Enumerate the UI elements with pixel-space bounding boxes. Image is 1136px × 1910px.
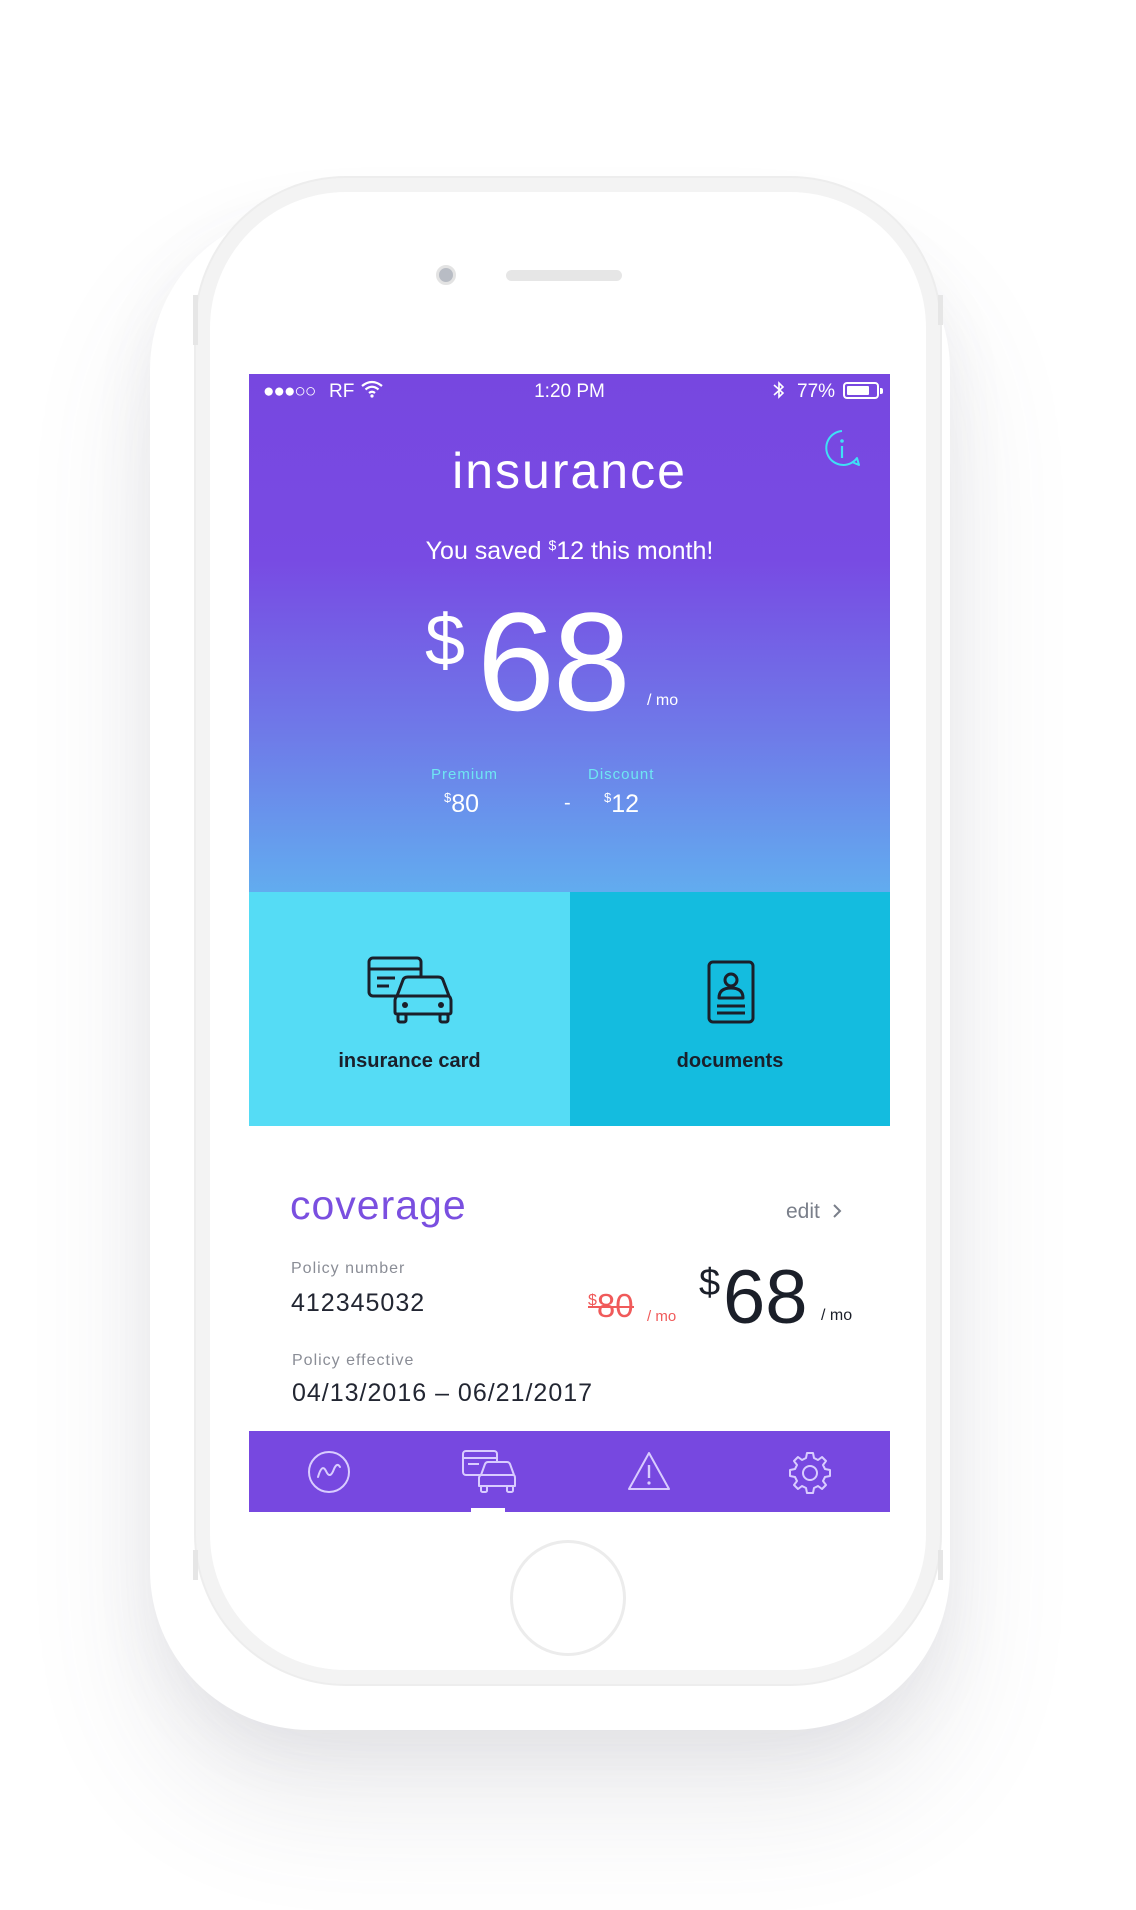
coverage-title: coverage [290, 1182, 467, 1228]
edit-coverage-link[interactable]: edit [786, 1200, 844, 1224]
current-price-currency: $ [699, 1262, 721, 1304]
policy-effective-value: 04/13/2016 – 06/21/2017 [292, 1379, 594, 1407]
strikethrough-line [588, 1306, 634, 1308]
tab-insurance[interactable] [409, 1431, 569, 1512]
chevron-right-icon [832, 1204, 842, 1218]
original-price: $80 [588, 1287, 634, 1325]
tab-alerts[interactable] [569, 1431, 729, 1512]
current-price-period: / mo [821, 1307, 853, 1324]
side-button [193, 295, 198, 345]
active-tab-indicator [471, 1508, 505, 1512]
documents-tile[interactable]: documents [570, 892, 890, 1126]
savings-prefix: You saved [425, 537, 549, 565]
bluetooth-icon [772, 380, 786, 406]
insurance-card-icon [367, 956, 453, 1029]
savings-suffix: this month! [584, 537, 714, 565]
insurance-card-tile[interactable]: insurance card [249, 892, 570, 1126]
status-bar: ●●●○○ RF 1:20 PM 77% [249, 374, 890, 408]
discount-value: $12 [604, 790, 639, 819]
documents-label: documents [676, 1050, 784, 1072]
premium-value: $80 [444, 790, 479, 819]
policy-number-value: 412345032 [291, 1289, 426, 1317]
side-button [938, 1550, 943, 1580]
breakdown-separator: - [564, 792, 571, 814]
savings-message: You saved $12 this month! [249, 537, 890, 566]
discount-amount: 12 [611, 790, 640, 818]
side-button [193, 1550, 198, 1580]
app-screen: ●●●○○ RF 1:20 PM 77% insurance You saved… [249, 374, 890, 1512]
earpiece-speaker [506, 270, 622, 281]
status-time: 1:20 PM [534, 381, 605, 402]
settings-icon [789, 1452, 831, 1494]
original-price-period: / mo [647, 1308, 677, 1325]
insurance-icon [462, 1450, 516, 1493]
savings-amount: 12 [556, 537, 585, 565]
front-camera [436, 265, 456, 285]
battery-nub [880, 388, 883, 394]
document-icon [703, 960, 757, 1031]
battery-percent: 77% [797, 381, 836, 402]
battery-level [847, 386, 869, 395]
alert-icon [628, 1452, 670, 1490]
dashboard-icon [308, 1451, 350, 1493]
monthly-price: $ 68 / mo [249, 592, 890, 732]
home-button[interactable] [510, 1540, 626, 1656]
premium-amount: 80 [451, 790, 480, 818]
battery-icon [843, 382, 883, 399]
summary-header: ●●●○○ RF 1:20 PM 77% insurance You saved… [249, 374, 890, 892]
premium-label: Premium [431, 766, 499, 783]
price-currency: $ [425, 601, 466, 681]
tab-bar [249, 1431, 890, 1512]
side-button [938, 295, 943, 325]
insurance-card-label: insurance card [338, 1050, 481, 1072]
policy-number-label: Policy number [291, 1260, 406, 1277]
discount-label: Discount [588, 766, 655, 783]
price-amount: 68 [477, 583, 631, 740]
coverage-section: coverage edit Policy number 412345032 $8… [249, 1126, 890, 1431]
quick-actions: insurance card documents [249, 892, 890, 1126]
page-title: insurance [452, 443, 687, 499]
current-price-amount: 68 [723, 1255, 808, 1340]
tab-dashboard[interactable] [249, 1431, 409, 1512]
edit-label: edit [786, 1200, 820, 1223]
price-period: / mo [647, 692, 679, 709]
policy-effective-label: Policy effective [292, 1352, 415, 1369]
tab-settings[interactable] [730, 1431, 890, 1512]
